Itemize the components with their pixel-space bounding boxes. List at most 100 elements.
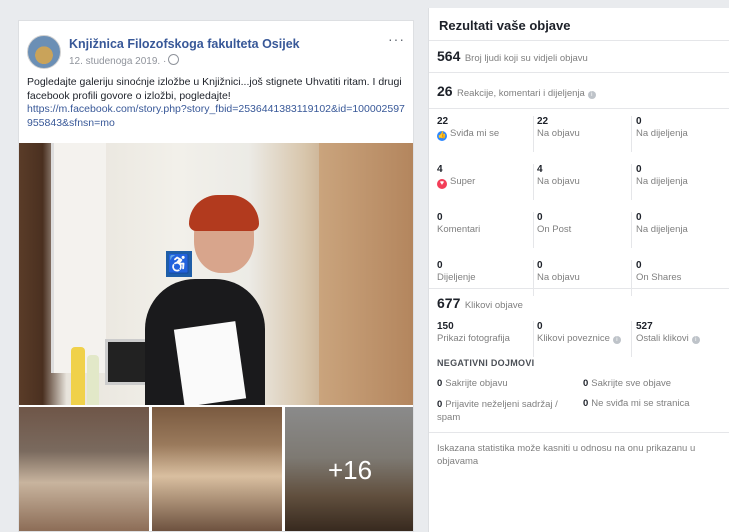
click-stat: 0 Klikovi poveznice i	[537, 317, 635, 361]
grid-label: On Shares	[636, 272, 682, 283]
grid-value: 22	[537, 116, 549, 127]
likes-label: 👍 Sviđa mi se	[437, 128, 535, 141]
page-avatar[interactable]	[27, 35, 61, 69]
divider	[631, 212, 632, 248]
grid-cell: 4 ♥ Super	[437, 160, 535, 204]
info-icon[interactable]: i	[587, 91, 596, 99]
reach-row: 564 Broj ljudi koji su vidjeli objavu	[429, 40, 729, 71]
facebook-post: Knjižnica Filozofskoga fakulteta Osijek …	[18, 20, 414, 532]
super-count: 4	[437, 164, 443, 175]
shares-count: 0	[437, 260, 443, 271]
grid-label: Na dijeljenja	[636, 176, 688, 187]
info-icon[interactable]: i	[691, 336, 700, 344]
grid-cell: 0 Komentari	[437, 208, 535, 252]
divider	[533, 321, 534, 357]
divider	[631, 321, 632, 357]
grid-value: 0	[537, 212, 543, 223]
grid-label: Na dijeljenja	[636, 128, 688, 139]
grid-cell: 22 Na objavu	[537, 112, 635, 156]
grid-cell: 0 Na dijeljenja	[636, 112, 729, 156]
comments-label: Komentari	[437, 224, 481, 235]
neg-label: Ne sviđa mi se stranica	[591, 398, 690, 409]
grid-value: 0	[636, 212, 642, 223]
reach-value: 564	[437, 48, 461, 64]
grid-value: 4	[537, 164, 543, 175]
engagement-row: 26 Reakcije, komentari i dijeljenja i	[429, 72, 729, 107]
negative-item: 0 Sakrijte sve objave	[583, 378, 671, 389]
neg-value: 0	[583, 398, 589, 409]
more-photos-count: +16	[327, 455, 373, 485]
photo-thumbnail-3[interactable]: +16	[285, 407, 413, 531]
other-clicks-label-text: Ostali klikovi	[636, 333, 689, 344]
main-photo[interactable]: ♿	[19, 143, 413, 405]
grid-cell: 4 Na objavu	[537, 160, 635, 204]
negative-feedback-title: NEGATIVNI DOJMOVI	[437, 358, 535, 368]
globe-icon	[168, 54, 180, 65]
reach-label: Broj ljudi koji su vidjeli objavu	[464, 53, 588, 64]
engagement-value: 26	[437, 83, 453, 99]
post-text: Pogledajte galeriju sinoćnje izložbe u K…	[27, 76, 407, 130]
post-date-text: 12. studenoga 2019. ·	[69, 56, 167, 67]
negative-item: 0 Ne sviđa mi se stranica	[583, 398, 690, 409]
grid-divider	[429, 108, 729, 109]
panel-title: Rezultati vaše objave	[439, 18, 571, 33]
clicks-label: Klikovi objave	[464, 300, 523, 311]
post-body: Pogledajte galeriju sinoćnje izložbe u K…	[27, 76, 402, 102]
grid-value: 0	[636, 116, 642, 127]
photo-bottle	[71, 347, 85, 405]
link-clicks-label-text: Klikovi poveznice	[537, 333, 610, 344]
photo-thumbnail-1[interactable]	[19, 407, 149, 531]
grid-label: Na objavu	[537, 128, 580, 139]
photo-door	[51, 143, 106, 373]
neg-value: 0	[437, 378, 443, 389]
other-clicks-value: 527	[636, 321, 653, 332]
photo-views-value: 150	[437, 321, 454, 332]
post-insights-panel: Rezultati vaše objave 564 Broj ljudi koj…	[428, 8, 729, 532]
link-clicks-value: 0	[537, 321, 543, 332]
grid-label: On Post	[537, 224, 572, 235]
grid-value: 0	[537, 260, 543, 271]
grid-value: 0	[636, 260, 642, 271]
photo-speaker-hair	[189, 195, 259, 231]
neg-value: 0	[437, 399, 443, 410]
grid-label: Na dijeljenja	[636, 224, 688, 235]
divider	[631, 164, 632, 200]
neg-label: Prijavite neželjeni sadržaj / spam	[437, 399, 558, 423]
post-link[interactable]: https://m.facebook.com/story.php?story_f…	[27, 103, 405, 129]
clicks-row: 677 Klikovi objave 150 Prikazi fotografij…	[429, 288, 729, 357]
grid-value: 0	[636, 164, 642, 175]
negative-item: 0 Prijavite neželjeni sadržaj / spam	[437, 398, 577, 424]
grid-cell: 0 Na dijeljenja	[636, 208, 729, 252]
click-stat: 527 Ostali klikovi i	[636, 317, 729, 361]
divider	[631, 116, 632, 152]
photo-foreground-blur	[319, 143, 413, 405]
neg-label: Sakrijte sve objave	[591, 378, 672, 389]
engagement-label: Reakcije, komentari i dijeljenja	[457, 88, 585, 99]
post-date[interactable]: 12. studenoga 2019. ·	[69, 54, 180, 67]
photo-bottle-2	[87, 355, 99, 405]
info-icon[interactable]: i	[612, 336, 621, 344]
page-name-link[interactable]: Knjižnica Filozofskoga fakulteta Osijek	[69, 37, 300, 51]
click-stat: 150 Prikazi fotografija	[437, 317, 535, 361]
divider	[533, 164, 534, 200]
likes-count: 22	[437, 116, 449, 127]
grid-cell: 0 On Post	[537, 208, 635, 252]
shares-label: Dijeljenje	[437, 272, 476, 283]
photo-views-label: Prikazi fotografija	[437, 333, 510, 344]
grid-label: Na objavu	[537, 272, 580, 283]
clicks-value: 677	[437, 295, 461, 311]
accessibility-sign-icon: ♿	[166, 251, 192, 277]
grid-cell: 22 👍 Sviđa mi se	[437, 112, 535, 156]
link-clicks-label: Klikovi poveznice i	[537, 333, 635, 344]
photo-thumbnail-2[interactable]	[152, 407, 282, 531]
neg-label: Sakrijte objavu	[445, 378, 508, 389]
photo-thumbnails: +16	[19, 407, 413, 531]
divider	[533, 212, 534, 248]
grid-label: Na objavu	[537, 176, 580, 187]
negative-item: 0 Sakrijte objavu	[437, 378, 508, 389]
likes-label-text: Sviđa mi se	[450, 128, 500, 139]
footnote-divider	[429, 432, 729, 433]
more-options-icon[interactable]: ···	[388, 31, 405, 47]
neg-value: 0	[583, 378, 589, 389]
grid-cell: 0 Na dijeljenja	[636, 160, 729, 204]
